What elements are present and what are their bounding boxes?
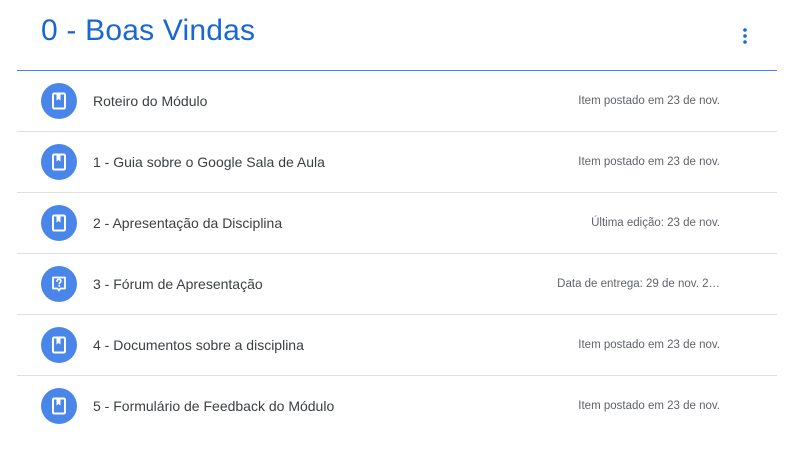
classwork-list: Roteiro do Módulo Item postado em 23 de … bbox=[17, 71, 777, 436]
item-meta: Item postado em 23 de nov. bbox=[578, 339, 720, 351]
topic-title[interactable]: 0 - Boas Vindas bbox=[41, 14, 255, 48]
classwork-item-forum[interactable]: 3 - Fórum de Apresentação Data de entreg… bbox=[17, 254, 777, 315]
item-title: 3 - Fórum de Apresentação bbox=[93, 276, 263, 292]
classwork-item-apresentacao[interactable]: 2 - Apresentação da Disciplina Última ed… bbox=[17, 193, 777, 254]
classwork-item-formulario[interactable]: 5 - Formulário de Feedback do Módulo Ite… bbox=[17, 376, 777, 436]
item-title: 1 - Guia sobre o Google Sala de Aula bbox=[93, 154, 325, 170]
topic-section: 0 - Boas Vindas Roteiro do Módulo Item p… bbox=[17, 0, 777, 436]
topic-header: 0 - Boas Vindas bbox=[17, 0, 777, 71]
material-icon bbox=[41, 83, 77, 119]
item-meta: Data de entrega: 29 de nov. 2… bbox=[557, 278, 720, 290]
item-meta: Última edição: 23 de nov. bbox=[591, 217, 720, 229]
item-meta: Item postado em 23 de nov. bbox=[578, 95, 720, 107]
item-title: 2 - Apresentação da Disciplina bbox=[93, 215, 283, 231]
classwork-item-documentos[interactable]: 4 - Documentos sobre a disciplina Item p… bbox=[17, 315, 777, 376]
material-icon bbox=[41, 144, 77, 180]
more-options-button[interactable] bbox=[729, 20, 761, 52]
material-icon bbox=[41, 327, 77, 363]
item-title: 5 - Formulário de Feedback do Módulo bbox=[93, 398, 335, 414]
item-meta: Item postado em 23 de nov. bbox=[578, 400, 720, 412]
question-icon bbox=[41, 266, 77, 302]
item-title: 4 - Documentos sobre a disciplina bbox=[93, 337, 304, 353]
item-title: Roteiro do Módulo bbox=[93, 93, 208, 109]
classwork-item-guia[interactable]: 1 - Guia sobre o Google Sala de Aula Ite… bbox=[17, 132, 777, 193]
material-icon bbox=[41, 388, 77, 424]
material-icon bbox=[41, 205, 77, 241]
more-vert-icon bbox=[743, 28, 747, 44]
item-meta: Item postado em 23 de nov. bbox=[578, 156, 720, 168]
classwork-item-roteiro[interactable]: Roteiro do Módulo Item postado em 23 de … bbox=[17, 71, 777, 132]
